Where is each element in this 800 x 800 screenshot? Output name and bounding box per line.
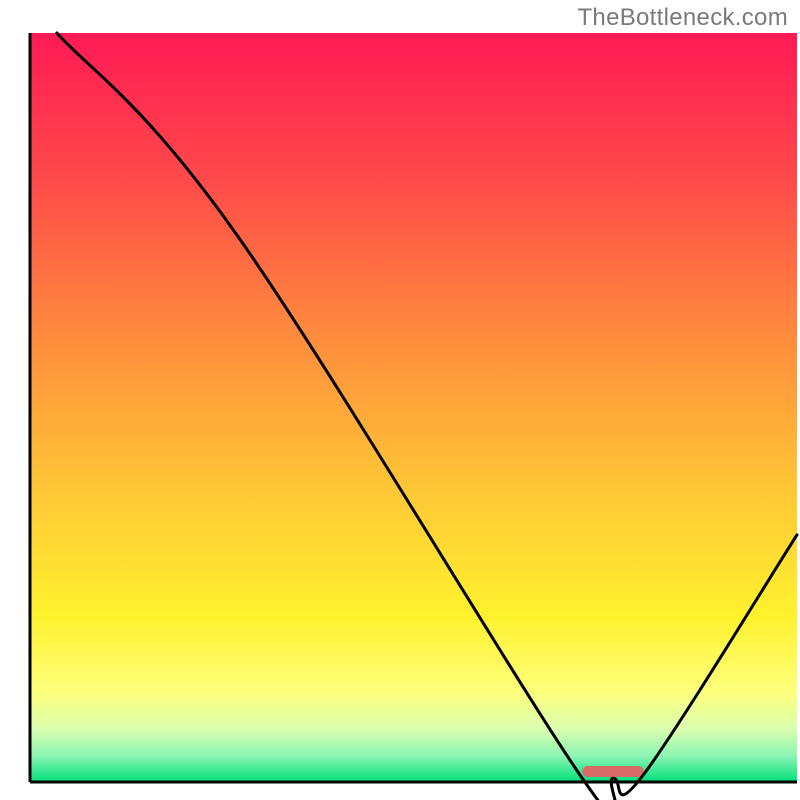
bottleneck-chart-svg (0, 0, 800, 800)
plot-background (30, 33, 797, 782)
watermark-text: TheBottleneck.com (577, 4, 788, 32)
highlight-bar (582, 766, 643, 777)
bottleneck-chart-container: TheBottleneck.com (0, 0, 800, 800)
